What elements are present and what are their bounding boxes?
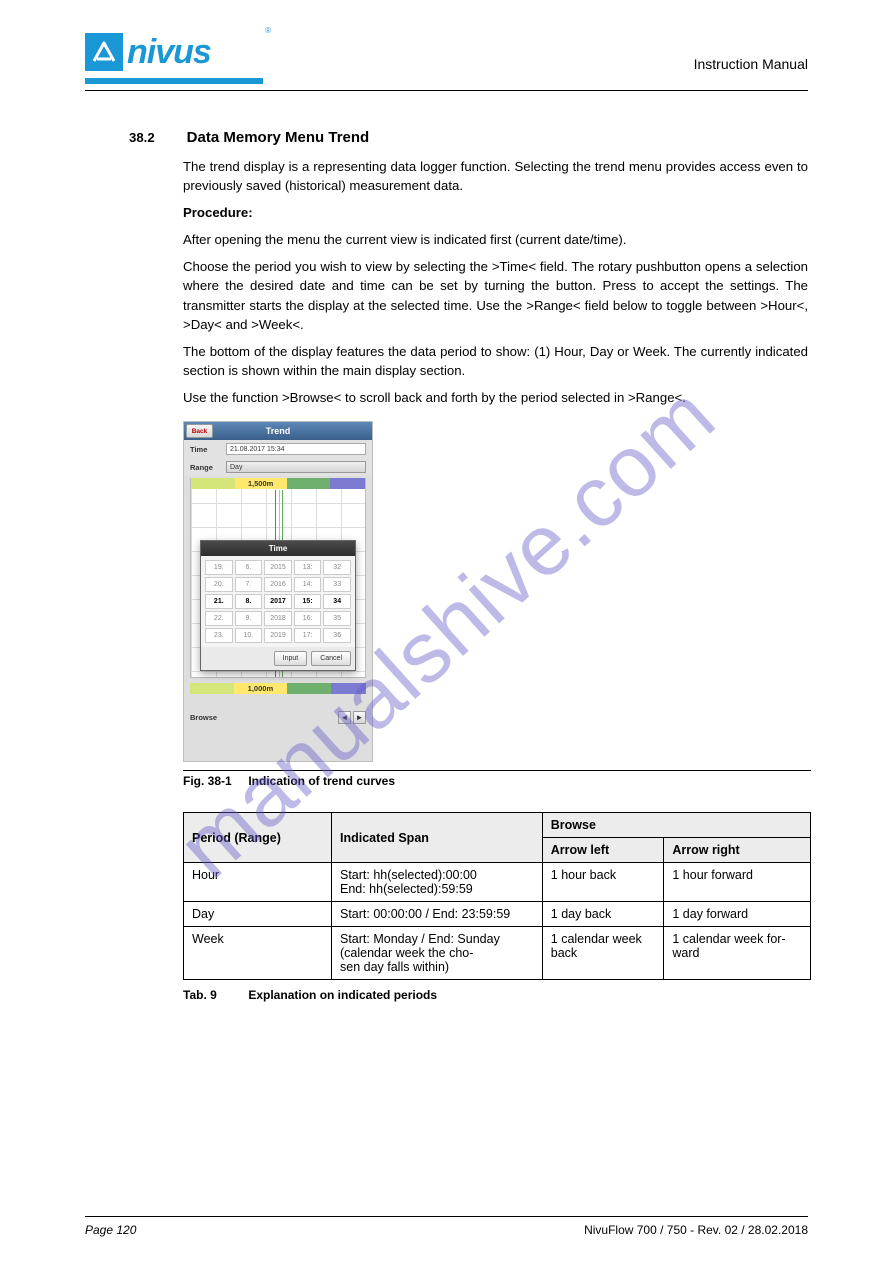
registered-icon: ®	[265, 26, 271, 35]
time-picker-cell[interactable]: 2016	[264, 577, 292, 592]
time-picker-cell[interactable]: 15:	[294, 594, 322, 609]
back-button[interactable]: Back	[186, 424, 213, 438]
table-caption: Tab. 9 Explanation on indicated periods	[183, 988, 808, 1002]
chart-value-bottom: 1,000m	[234, 683, 287, 694]
section-title: Data Memory Menu Trend	[187, 129, 370, 146]
time-label: Time	[190, 445, 226, 454]
footer-divider	[85, 1216, 808, 1217]
device-screenshot: Back Trend Time 21.08.2017 15:34 Range D…	[183, 421, 373, 762]
time-picker-cell[interactable]: 19.	[205, 560, 233, 575]
popup-title: Time	[201, 541, 355, 556]
time-picker-cell[interactable]: 23.	[205, 628, 233, 643]
browse-left-icon[interactable]: ◄	[338, 711, 351, 724]
table-row: Hour Start: hh(selected):00:00 End: hh(s…	[184, 863, 811, 902]
time-picker-cell[interactable]: 2015	[264, 560, 292, 575]
time-picker-cell[interactable]: 2019	[264, 628, 292, 643]
browse-label: Browse	[190, 713, 217, 722]
th-period: Period (Range)	[184, 813, 332, 863]
th-arrow-right: Arrow right	[664, 838, 811, 863]
range-label: Range	[190, 463, 226, 472]
time-field[interactable]: 21.08.2017 15:34	[226, 443, 366, 455]
chart-value-top: 1,500m	[235, 478, 287, 489]
procedure-item-1: After opening the menu the current view …	[183, 230, 808, 249]
th-arrow-left: Arrow left	[542, 838, 664, 863]
time-picker-cell[interactable]: 22.	[205, 611, 233, 626]
time-picker-cell[interactable]: 16:	[294, 611, 322, 626]
time-picker-cell[interactable]: 21.	[205, 594, 233, 609]
procedure-label: Procedure:	[183, 203, 808, 222]
time-picker-cell[interactable]: 33	[323, 577, 351, 592]
table-row: Week Start: Monday / End: Sunday (calend…	[184, 927, 811, 980]
procedure-item-2: Choose the period you wish to view by se…	[183, 257, 808, 334]
figure-divider	[183, 770, 811, 771]
time-popup: Time 19.6.201513:3220.7.201614:3321.8.20…	[200, 540, 356, 671]
time-picker-cell[interactable]: 36	[323, 628, 351, 643]
procedure-item-3: The bottom of the display features the d…	[183, 342, 808, 380]
paragraph-intro: The trend display is a representing data…	[183, 157, 808, 195]
time-picker-cell[interactable]: 20.	[205, 577, 233, 592]
header-divider	[85, 90, 808, 91]
range-select[interactable]: Day	[226, 461, 366, 473]
time-picker-cell[interactable]: 8.	[235, 594, 263, 609]
brand-logo: nivus ®	[85, 28, 265, 78]
figure-caption: Fig. 38-1 Indication of trend curves	[183, 774, 808, 788]
range-table: Period (Range) Indicated Span Browse Arr…	[183, 812, 811, 980]
th-span: Indicated Span	[332, 813, 543, 863]
time-picker-cell[interactable]: 32	[323, 560, 351, 575]
browse-right-icon[interactable]: ►	[353, 711, 366, 724]
time-picker-cell[interactable]: 6.	[235, 560, 263, 575]
cancel-button[interactable]: Cancel	[311, 651, 351, 666]
procedure-item-4: Use the function >Browse< to scroll back…	[183, 388, 808, 407]
page-number: Page 120	[85, 1223, 136, 1237]
time-picker-cell[interactable]: 13:	[294, 560, 322, 575]
time-picker-cell[interactable]: 7.	[235, 577, 263, 592]
time-picker-cell[interactable]: 35	[323, 611, 351, 626]
table-row: Day Start: 00:00:00 / End: 23:59:59 1 da…	[184, 902, 811, 927]
time-picker-cell[interactable]: 2017	[264, 594, 292, 609]
doc-revision: NivuFlow 700 / 750 - Rev. 02 / 28.02.201…	[584, 1223, 808, 1237]
section-number: 38.2	[129, 128, 183, 147]
time-picker-cell[interactable]: 14:	[294, 577, 322, 592]
time-picker-cell[interactable]: 17:	[294, 628, 322, 643]
input-button[interactable]: Input	[274, 651, 308, 666]
logo-mark-icon	[85, 33, 123, 71]
th-browse: Browse	[542, 813, 810, 838]
logo-text: nivus	[127, 35, 211, 69]
time-picker-cell[interactable]: 34	[323, 594, 351, 609]
time-picker-cell[interactable]: 10.	[235, 628, 263, 643]
time-picker-cell[interactable]: 9.	[235, 611, 263, 626]
time-picker-cell[interactable]: 2018	[264, 611, 292, 626]
